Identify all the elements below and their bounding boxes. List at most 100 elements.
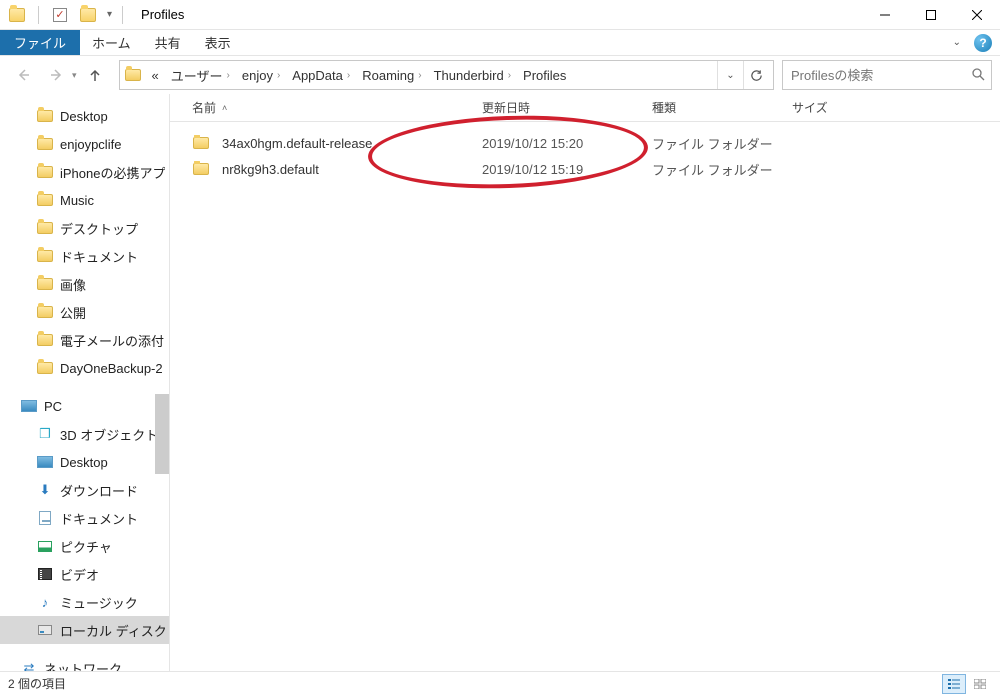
sidebar-item-local-disk[interactable]: ローカル ディスク (C	[0, 616, 169, 644]
tab-view[interactable]: 表示	[193, 30, 243, 55]
qat-properties[interactable]: ✓	[49, 4, 71, 26]
sidebar-item[interactable]: iPhoneの必携アプ	[0, 158, 169, 186]
details-view-icon	[948, 679, 960, 689]
forward-button[interactable]	[42, 60, 72, 90]
monitor-icon	[37, 456, 53, 468]
window-title: Profiles	[141, 7, 184, 22]
sidebar-item[interactable]: Music	[0, 186, 169, 214]
cube-icon: ❒	[36, 426, 54, 442]
folder-icon	[37, 250, 53, 262]
minimize-button[interactable]	[862, 0, 908, 30]
arrow-up-icon	[88, 68, 102, 82]
breadcrumb-item[interactable]: AppData›	[284, 68, 354, 83]
folder-icon	[193, 137, 209, 149]
breadcrumb-item[interactable]: Roaming›	[354, 68, 425, 83]
folder-icon	[37, 166, 53, 178]
breadcrumb-item[interactable]: Thunderbird›	[426, 68, 515, 83]
sidebar-item[interactable]: ⬇ダウンロード	[0, 476, 169, 504]
folder-icon	[37, 110, 53, 122]
help-button[interactable]: ?	[974, 34, 992, 52]
view-details-button[interactable]	[942, 674, 966, 694]
sidebar-item[interactable]: 画像	[0, 270, 169, 298]
titlebar: ✓ ▾ Profiles	[0, 0, 1000, 30]
file-row[interactable]: 34ax0hgm.default-release 2019/10/12 15:2…	[170, 130, 1000, 156]
file-date: 2019/10/12 15:20	[482, 136, 652, 151]
folder-icon	[124, 67, 142, 83]
qat-dropdown-icon[interactable]: ▾	[107, 9, 112, 20]
folder-icon	[9, 8, 25, 22]
status-bar: 2 個の項目	[0, 671, 1000, 695]
arrow-left-icon	[16, 68, 30, 82]
file-row[interactable]: nr8kg9h3.default 2019/10/12 15:19 ファイル フ…	[170, 156, 1000, 182]
search-input[interactable]	[789, 67, 971, 84]
search-icon	[971, 67, 985, 84]
tab-home[interactable]: ホーム	[80, 30, 143, 55]
maximize-button[interactable]	[908, 0, 954, 30]
refresh-button[interactable]	[743, 61, 769, 89]
up-button[interactable]	[81, 61, 109, 89]
sidebar-item[interactable]: Desktop	[0, 448, 169, 476]
sidebar-item[interactable]: ピクチャ	[0, 532, 169, 560]
view-large-icons-button[interactable]	[968, 674, 992, 694]
file-name: 34ax0hgm.default-release	[222, 136, 372, 151]
sidebar-item[interactable]: ビデオ	[0, 560, 169, 588]
sidebar-item[interactable]: ドキュメント	[0, 242, 169, 270]
chevron-right-icon: ›	[418, 70, 421, 81]
disk-icon	[38, 625, 52, 635]
breadcrumb-overflow[interactable]: «	[148, 68, 163, 83]
check-icon: ✓	[53, 8, 67, 22]
address-bar[interactable]: « ユーザー› enjoy› AppData› Roaming› Thunder…	[119, 60, 774, 90]
folder-open-icon	[80, 8, 96, 22]
sidebar-item-pc[interactable]: PC	[0, 392, 169, 420]
column-header-kind[interactable]: 種類	[652, 99, 792, 116]
ribbon-toggle-icon[interactable]: ⌄	[948, 34, 966, 51]
file-kind: ファイル フォルダー	[652, 160, 792, 179]
chevron-down-icon: ⌄	[726, 70, 734, 81]
recent-locations-icon[interactable]: ▾	[72, 70, 77, 81]
sidebar-item-network[interactable]: ⇄ネットワーク	[0, 654, 169, 671]
music-icon: ♪	[36, 594, 54, 610]
arrow-right-icon	[50, 68, 64, 82]
chevron-right-icon: ›	[227, 70, 230, 81]
sidebar-item[interactable]: 公開	[0, 298, 169, 326]
address-dropdown-button[interactable]: ⌄	[717, 61, 743, 89]
tab-file[interactable]: ファイル	[0, 30, 80, 55]
chevron-right-icon: ›	[277, 70, 280, 81]
sidebar-item[interactable]: DayOneBackup-2	[0, 354, 169, 382]
sidebar-item[interactable]: ♪ミュージック	[0, 588, 169, 616]
sidebar-item[interactable]: ドキュメント	[0, 504, 169, 532]
video-icon	[38, 568, 52, 580]
sidebar-item[interactable]: Desktop	[0, 102, 169, 130]
breadcrumb-item[interactable]: Profiles	[515, 68, 570, 83]
download-icon: ⬇	[36, 482, 54, 498]
file-list-pane: 名前˄ 更新日時 種類 サイズ 34ax0hgm.default-release…	[170, 94, 1000, 671]
sidebar-item[interactable]: デスクトップ	[0, 214, 169, 242]
scrollbar-thumb[interactable]	[155, 394, 169, 474]
sort-asc-icon: ˄	[222, 103, 227, 113]
back-button[interactable]	[8, 60, 38, 90]
close-icon	[972, 10, 982, 20]
qat-open-folder[interactable]	[77, 4, 99, 26]
sidebar-item[interactable]: 電子メールの添付フ	[0, 326, 169, 354]
file-date: 2019/10/12 15:19	[482, 162, 652, 177]
separator	[122, 6, 123, 24]
breadcrumb-item[interactable]: ユーザー›	[163, 66, 234, 85]
sidebar-item[interactable]: ❒3D オブジェクト	[0, 420, 169, 448]
qat-folder[interactable]	[6, 4, 28, 26]
refresh-icon	[750, 69, 763, 82]
breadcrumb-item[interactable]: enjoy›	[234, 68, 284, 83]
network-icon: ⇄	[20, 660, 38, 671]
folder-icon	[37, 334, 53, 346]
column-header-size[interactable]: サイズ	[792, 99, 892, 116]
tab-share[interactable]: 共有	[143, 30, 193, 55]
column-headers: 名前˄ 更新日時 種類 サイズ	[170, 94, 1000, 122]
chevron-right-icon: ›	[508, 70, 511, 81]
sidebar-item[interactable]: enjoypclife	[0, 130, 169, 158]
column-header-date[interactable]: 更新日時	[482, 99, 652, 116]
folder-icon	[193, 163, 209, 175]
column-header-name[interactable]: 名前˄	[192, 99, 482, 116]
search-box[interactable]	[782, 60, 992, 90]
picture-icon	[38, 541, 52, 552]
minimize-icon	[880, 10, 890, 20]
close-button[interactable]	[954, 0, 1000, 30]
